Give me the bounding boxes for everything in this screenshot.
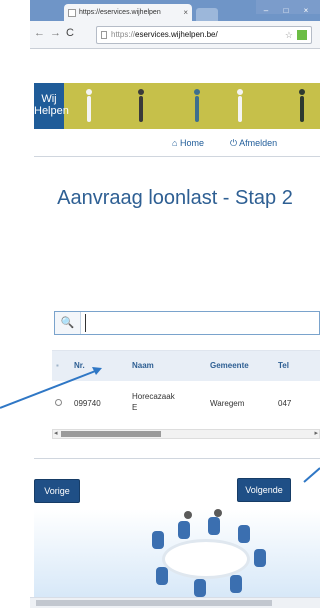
- callout-arrow-next: [303, 467, 320, 483]
- callout-arrow-row: [0, 369, 99, 409]
- annotation-arrows: [0, 367, 320, 483]
